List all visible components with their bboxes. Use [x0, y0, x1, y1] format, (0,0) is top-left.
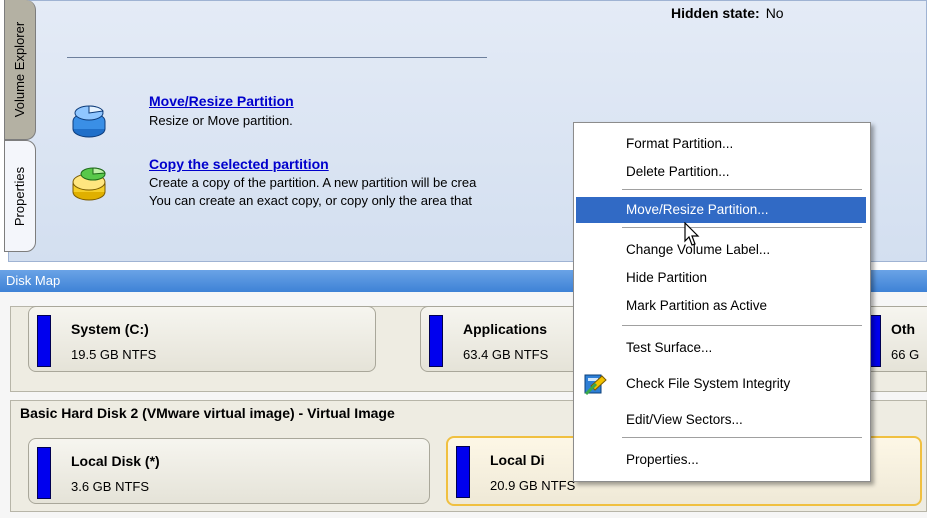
partition-name: System (C:) — [71, 321, 149, 337]
partition-usage-bar — [456, 446, 470, 498]
menu-separator — [622, 325, 862, 329]
partition-info: 3.6 GB NTFS — [71, 479, 150, 494]
move-resize-partition-icon — [72, 105, 106, 138]
menu-separator — [622, 227, 862, 231]
copy-description-line1: Create a copy of the partition. A new pa… — [149, 175, 477, 190]
partition-usage-bar — [37, 447, 51, 499]
check-file-system-icon — [584, 374, 607, 396]
menu-item-delete-partition[interactable]: Delete Partition... — [576, 159, 866, 185]
partition-info: 63.4 GB NTFS — [463, 347, 549, 362]
tab-properties[interactable]: Properties — [4, 140, 36, 252]
tab-volume-explorer-label: Volume Explorer — [12, 21, 28, 118]
move-resize-description: Resize or Move partition. — [149, 113, 293, 128]
menu-separator — [622, 189, 862, 193]
partition-local-disk-1[interactable]: Local Disk (*) 3.6 GB NTFS — [28, 438, 430, 504]
copy-partition-link[interactable]: Copy the selected partition — [149, 156, 329, 172]
copy-description-line2: You can create an exact copy, or copy on… — [149, 193, 473, 208]
partition-usage-bar — [37, 315, 51, 367]
menu-item-edit-view-sectors[interactable]: Edit/View Sectors... — [576, 407, 866, 433]
menu-item-check-file-system-label: Check File System Integrity — [626, 376, 791, 391]
menu-item-mark-active[interactable]: Mark Partition as Active — [576, 293, 866, 319]
panel-divider — [67, 57, 487, 58]
menu-item-move-resize-partition[interactable]: Move/Resize Partition... — [576, 197, 866, 223]
menu-item-format-partition[interactable]: Format Partition... — [576, 131, 866, 157]
partition-system-c[interactable]: System (C:) 19.5 GB NTFS — [28, 306, 376, 372]
tab-volume-explorer[interactable]: Volume Explorer — [4, 0, 36, 140]
menu-separator — [622, 437, 862, 441]
partition-name: Local Disk (*) — [71, 453, 160, 469]
copy-partition-icon — [72, 167, 106, 201]
hidden-state-value: No — [765, 5, 784, 21]
side-tab-strip: Volume Explorer Properties — [0, 0, 40, 262]
partition-name: Local Di — [490, 452, 545, 468]
move-resize-partition-link[interactable]: Move/Resize Partition — [149, 93, 294, 109]
hidden-state-label: Hidden state: — [671, 5, 760, 21]
partition-name: Applications — [463, 321, 548, 337]
menu-item-hide-partition[interactable]: Hide Partition — [576, 265, 866, 291]
mouse-pointer-icon — [684, 222, 700, 246]
partition-context-menu: Format Partition... Delete Partition... … — [573, 122, 871, 482]
menu-item-properties[interactable]: Properties... — [576, 447, 866, 473]
partition-info: 19.5 GB NTFS — [71, 347, 157, 362]
hidden-state-field: Hidden state: No — [671, 5, 784, 21]
menu-item-change-volume-label[interactable]: Change Volume Label... — [576, 237, 866, 263]
application-window: Hidden state: No Move/Resize Partition Re… — [0, 0, 927, 518]
partition-info: 66 G — [891, 347, 920, 362]
partition-info: 20.9 GB NTFS — [490, 478, 576, 493]
menu-item-test-surface[interactable]: Test Surface... — [576, 335, 866, 361]
tab-properties-label: Properties — [12, 166, 28, 226]
menu-item-check-file-system[interactable]: Check File System Integrity — [576, 371, 866, 397]
partition-name: Oth — [891, 321, 916, 337]
disk-2-title: Basic Hard Disk 2 (VMware virtual image)… — [20, 405, 395, 421]
partition-usage-bar — [429, 315, 443, 367]
